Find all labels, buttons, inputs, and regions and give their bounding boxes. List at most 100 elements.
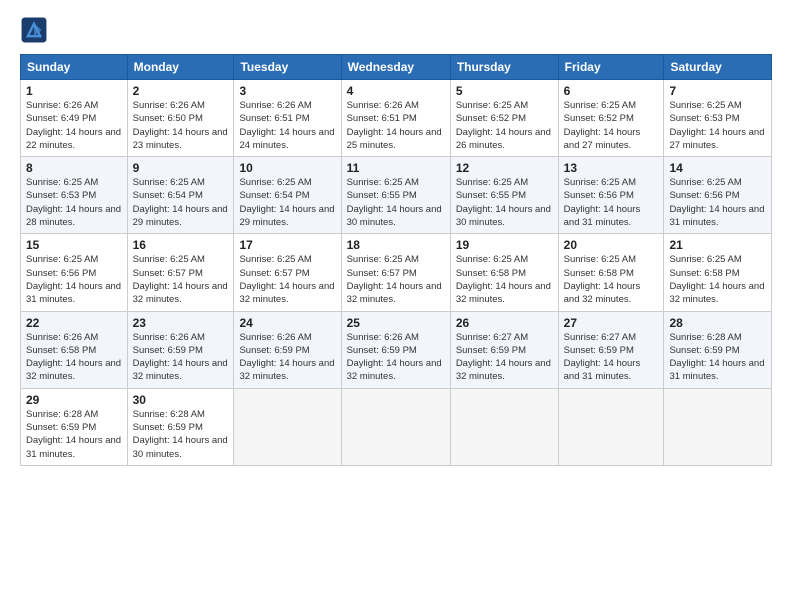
calendar-cell: 12Sunrise: 6:25 AMSunset: 6:55 PMDayligh… — [450, 157, 558, 234]
calendar-cell: 5Sunrise: 6:25 AMSunset: 6:52 PMDaylight… — [450, 80, 558, 157]
day-info: Sunrise: 6:27 AMSunset: 6:59 PMDaylight:… — [564, 331, 659, 384]
calendar-cell: 25Sunrise: 6:26 AMSunset: 6:59 PMDayligh… — [341, 311, 450, 388]
day-info: Sunrise: 6:26 AMSunset: 6:50 PMDaylight:… — [133, 99, 229, 152]
day-number: 7 — [669, 84, 766, 98]
day-number: 6 — [564, 84, 659, 98]
calendar-cell: 3Sunrise: 6:26 AMSunset: 6:51 PMDaylight… — [234, 80, 341, 157]
day-number: 15 — [26, 238, 122, 252]
calendar-cell: 8Sunrise: 6:25 AMSunset: 6:53 PMDaylight… — [21, 157, 128, 234]
day-info: Sunrise: 6:28 AMSunset: 6:59 PMDaylight:… — [669, 331, 766, 384]
calendar-cell: 30Sunrise: 6:28 AMSunset: 6:59 PMDayligh… — [127, 388, 234, 465]
header — [20, 16, 772, 44]
calendar-cell: 1Sunrise: 6:26 AMSunset: 6:49 PMDaylight… — [21, 80, 128, 157]
day-number: 17 — [239, 238, 335, 252]
day-number: 1 — [26, 84, 122, 98]
calendar-cell: 26Sunrise: 6:27 AMSunset: 6:59 PMDayligh… — [450, 311, 558, 388]
calendar-cell: 9Sunrise: 6:25 AMSunset: 6:54 PMDaylight… — [127, 157, 234, 234]
logo-icon — [20, 16, 48, 44]
day-info: Sunrise: 6:25 AMSunset: 6:56 PMDaylight:… — [564, 176, 659, 229]
day-header-friday: Friday — [558, 55, 664, 80]
day-info: Sunrise: 6:25 AMSunset: 6:57 PMDaylight:… — [133, 253, 229, 306]
day-number: 22 — [26, 316, 122, 330]
day-info: Sunrise: 6:26 AMSunset: 6:59 PMDaylight:… — [239, 331, 335, 384]
day-info: Sunrise: 6:25 AMSunset: 6:58 PMDaylight:… — [456, 253, 553, 306]
day-header-saturday: Saturday — [664, 55, 772, 80]
day-number: 19 — [456, 238, 553, 252]
day-number: 23 — [133, 316, 229, 330]
day-info: Sunrise: 6:27 AMSunset: 6:59 PMDaylight:… — [456, 331, 553, 384]
day-info: Sunrise: 6:25 AMSunset: 6:54 PMDaylight:… — [239, 176, 335, 229]
calendar-cell: 23Sunrise: 6:26 AMSunset: 6:59 PMDayligh… — [127, 311, 234, 388]
calendar-cell: 10Sunrise: 6:25 AMSunset: 6:54 PMDayligh… — [234, 157, 341, 234]
day-info: Sunrise: 6:25 AMSunset: 6:52 PMDaylight:… — [564, 99, 659, 152]
day-info: Sunrise: 6:25 AMSunset: 6:58 PMDaylight:… — [669, 253, 766, 306]
day-info: Sunrise: 6:26 AMSunset: 6:49 PMDaylight:… — [26, 99, 122, 152]
calendar-cell — [234, 388, 341, 465]
calendar-cell: 6Sunrise: 6:25 AMSunset: 6:52 PMDaylight… — [558, 80, 664, 157]
calendar-cell: 18Sunrise: 6:25 AMSunset: 6:57 PMDayligh… — [341, 234, 450, 311]
page: SundayMondayTuesdayWednesdayThursdayFrid… — [0, 0, 792, 612]
calendar-cell: 2Sunrise: 6:26 AMSunset: 6:50 PMDaylight… — [127, 80, 234, 157]
calendar-cell: 15Sunrise: 6:25 AMSunset: 6:56 PMDayligh… — [21, 234, 128, 311]
day-number: 2 — [133, 84, 229, 98]
calendar-cell — [558, 388, 664, 465]
day-header-wednesday: Wednesday — [341, 55, 450, 80]
calendar-week-4: 22Sunrise: 6:26 AMSunset: 6:58 PMDayligh… — [21, 311, 772, 388]
calendar-body: 1Sunrise: 6:26 AMSunset: 6:49 PMDaylight… — [21, 80, 772, 466]
day-info: Sunrise: 6:26 AMSunset: 6:51 PMDaylight:… — [239, 99, 335, 152]
day-header-tuesday: Tuesday — [234, 55, 341, 80]
day-info: Sunrise: 6:25 AMSunset: 6:53 PMDaylight:… — [26, 176, 122, 229]
calendar-cell: 4Sunrise: 6:26 AMSunset: 6:51 PMDaylight… — [341, 80, 450, 157]
day-info: Sunrise: 6:25 AMSunset: 6:57 PMDaylight:… — [347, 253, 445, 306]
day-number: 18 — [347, 238, 445, 252]
day-number: 26 — [456, 316, 553, 330]
calendar-week-3: 15Sunrise: 6:25 AMSunset: 6:56 PMDayligh… — [21, 234, 772, 311]
day-number: 25 — [347, 316, 445, 330]
calendar-cell — [341, 388, 450, 465]
day-number: 29 — [26, 393, 122, 407]
day-number: 8 — [26, 161, 122, 175]
calendar-cell: 22Sunrise: 6:26 AMSunset: 6:58 PMDayligh… — [21, 311, 128, 388]
calendar-cell: 14Sunrise: 6:25 AMSunset: 6:56 PMDayligh… — [664, 157, 772, 234]
day-info: Sunrise: 6:28 AMSunset: 6:59 PMDaylight:… — [133, 408, 229, 461]
calendar-cell: 27Sunrise: 6:27 AMSunset: 6:59 PMDayligh… — [558, 311, 664, 388]
calendar-cell: 29Sunrise: 6:28 AMSunset: 6:59 PMDayligh… — [21, 388, 128, 465]
day-info: Sunrise: 6:25 AMSunset: 6:56 PMDaylight:… — [26, 253, 122, 306]
calendar-cell: 17Sunrise: 6:25 AMSunset: 6:57 PMDayligh… — [234, 234, 341, 311]
day-info: Sunrise: 6:25 AMSunset: 6:52 PMDaylight:… — [456, 99, 553, 152]
calendar-week-5: 29Sunrise: 6:28 AMSunset: 6:59 PMDayligh… — [21, 388, 772, 465]
calendar-cell: 28Sunrise: 6:28 AMSunset: 6:59 PMDayligh… — [664, 311, 772, 388]
day-info: Sunrise: 6:25 AMSunset: 6:56 PMDaylight:… — [669, 176, 766, 229]
day-header-thursday: Thursday — [450, 55, 558, 80]
day-number: 24 — [239, 316, 335, 330]
day-info: Sunrise: 6:25 AMSunset: 6:57 PMDaylight:… — [239, 253, 335, 306]
day-number: 3 — [239, 84, 335, 98]
day-header-sunday: Sunday — [21, 55, 128, 80]
day-info: Sunrise: 6:26 AMSunset: 6:58 PMDaylight:… — [26, 331, 122, 384]
calendar-cell: 13Sunrise: 6:25 AMSunset: 6:56 PMDayligh… — [558, 157, 664, 234]
day-number: 12 — [456, 161, 553, 175]
calendar-cell: 24Sunrise: 6:26 AMSunset: 6:59 PMDayligh… — [234, 311, 341, 388]
calendar-cell: 20Sunrise: 6:25 AMSunset: 6:58 PMDayligh… — [558, 234, 664, 311]
day-info: Sunrise: 6:28 AMSunset: 6:59 PMDaylight:… — [26, 408, 122, 461]
calendar-header-row: SundayMondayTuesdayWednesdayThursdayFrid… — [21, 55, 772, 80]
day-number: 28 — [669, 316, 766, 330]
calendar-cell: 7Sunrise: 6:25 AMSunset: 6:53 PMDaylight… — [664, 80, 772, 157]
calendar-week-2: 8Sunrise: 6:25 AMSunset: 6:53 PMDaylight… — [21, 157, 772, 234]
day-number: 9 — [133, 161, 229, 175]
day-info: Sunrise: 6:25 AMSunset: 6:53 PMDaylight:… — [669, 99, 766, 152]
calendar-cell: 16Sunrise: 6:25 AMSunset: 6:57 PMDayligh… — [127, 234, 234, 311]
day-number: 4 — [347, 84, 445, 98]
day-info: Sunrise: 6:26 AMSunset: 6:59 PMDaylight:… — [347, 331, 445, 384]
day-info: Sunrise: 6:25 AMSunset: 6:55 PMDaylight:… — [347, 176, 445, 229]
calendar-cell: 21Sunrise: 6:25 AMSunset: 6:58 PMDayligh… — [664, 234, 772, 311]
day-number: 21 — [669, 238, 766, 252]
day-info: Sunrise: 6:25 AMSunset: 6:54 PMDaylight:… — [133, 176, 229, 229]
calendar: SundayMondayTuesdayWednesdayThursdayFrid… — [20, 54, 772, 466]
day-number: 27 — [564, 316, 659, 330]
day-info: Sunrise: 6:25 AMSunset: 6:55 PMDaylight:… — [456, 176, 553, 229]
day-number: 16 — [133, 238, 229, 252]
logo — [20, 16, 52, 44]
day-number: 14 — [669, 161, 766, 175]
calendar-cell: 11Sunrise: 6:25 AMSunset: 6:55 PMDayligh… — [341, 157, 450, 234]
